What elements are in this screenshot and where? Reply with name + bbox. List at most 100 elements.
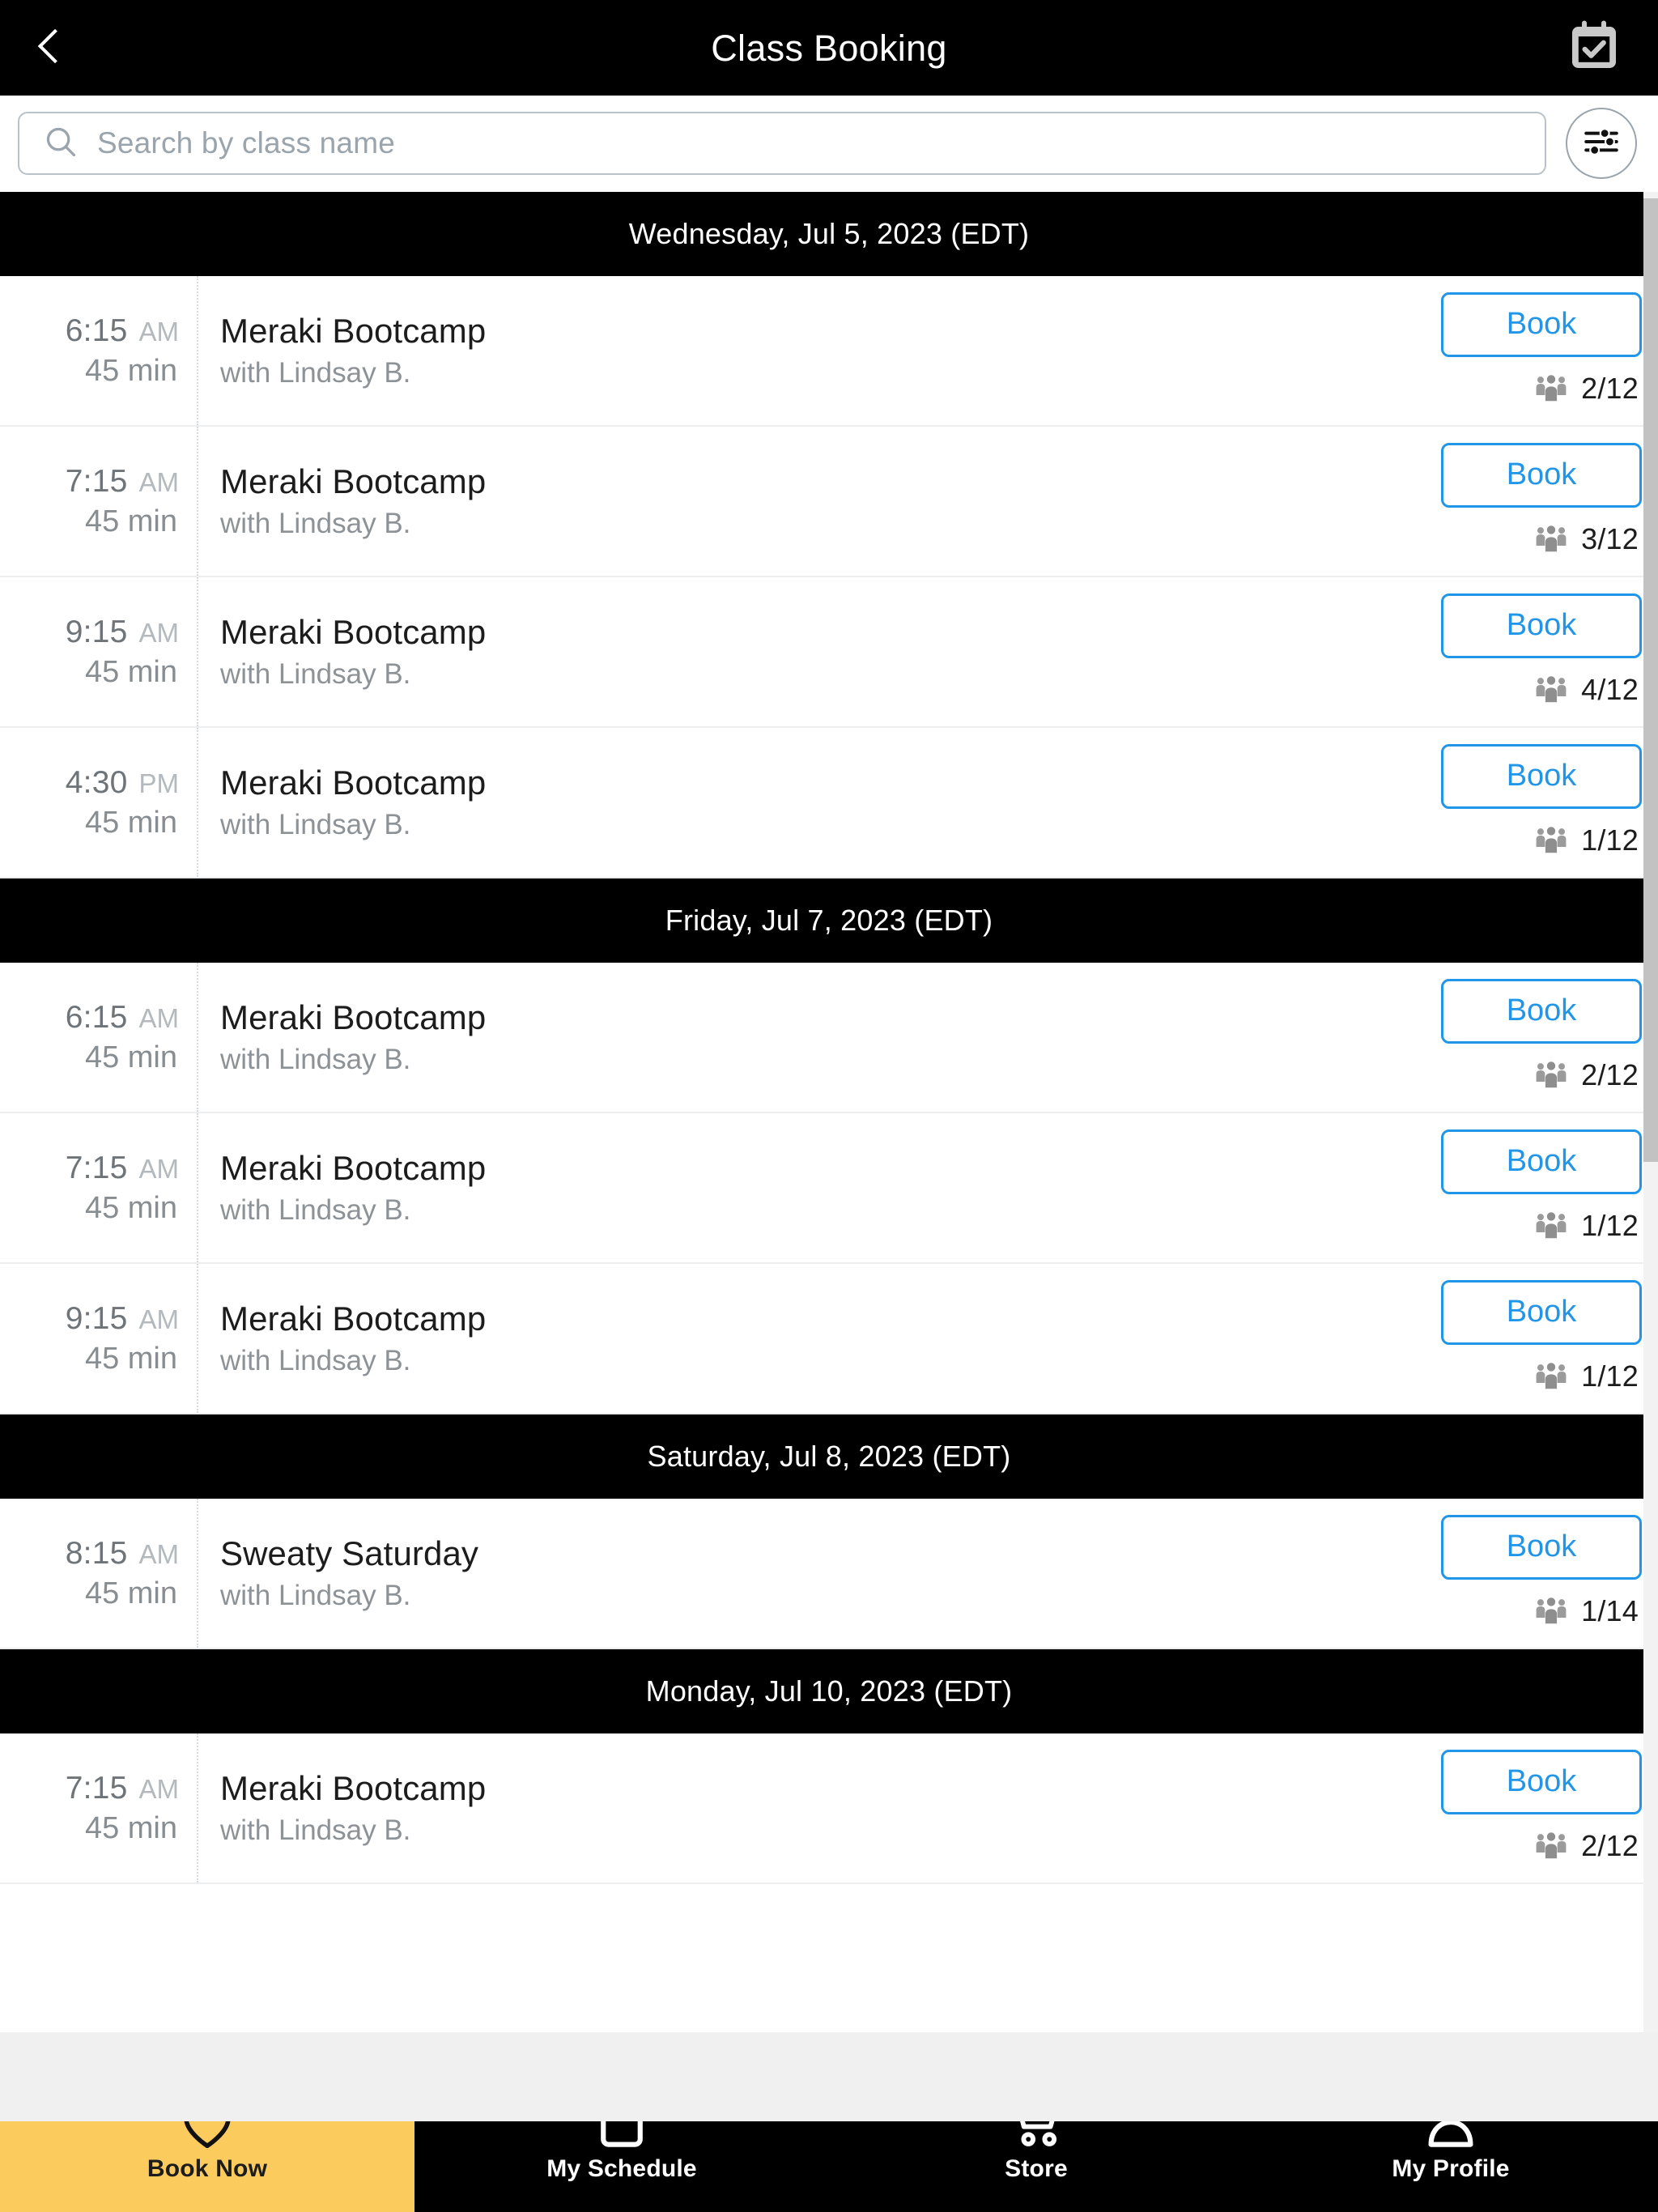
class-instructor: with Lindsay B. bbox=[220, 357, 411, 389]
class-row[interactable]: 8:15 AM 45 min Sweaty Saturday with Lindsay … bbox=[0, 1499, 1658, 1649]
capacity-text: 2/12 bbox=[1581, 1829, 1639, 1862]
class-row[interactable]: 6:15 AM 45 min Meraki Bootcamp with Lindsay … bbox=[0, 276, 1658, 427]
class-name: Meraki Bootcamp bbox=[220, 1769, 487, 1807]
class-row[interactable]: 9:15 AM 45 min Meraki Bootcamp with Lindsay … bbox=[0, 1264, 1658, 1414]
class-info: Meraki Bootcamp with Lindsay B. bbox=[198, 963, 1415, 1112]
class-info: Meraki Bootcamp with Lindsay B. bbox=[198, 1264, 1415, 1413]
class-time: 7:15 AM bbox=[66, 464, 179, 500]
class-duration: 45 min bbox=[84, 353, 177, 388]
class-time-meridiem: AM bbox=[138, 316, 180, 347]
class-time: 7:15 AM bbox=[66, 1771, 179, 1806]
people-group-icon bbox=[1533, 1055, 1570, 1096]
class-time-meridiem: AM bbox=[138, 617, 180, 648]
class-time-value: 6:15 bbox=[65, 313, 128, 348]
time-column: 9:15 AM 45 min bbox=[0, 1264, 198, 1413]
class-time-value: 7:15 bbox=[65, 1150, 128, 1185]
scrollbar-track[interactable] bbox=[1643, 192, 1658, 2032]
class-actions: Book 2/12 bbox=[1415, 276, 1658, 425]
day-header: Friday, Jul 7, 2023 (EDT) bbox=[0, 878, 1658, 963]
class-duration: 45 min bbox=[84, 1576, 177, 1610]
class-time-value: 7:15 bbox=[65, 1770, 128, 1806]
class-info: Meraki Bootcamp with Lindsay B. bbox=[198, 577, 1415, 726]
class-time-value: 7:15 bbox=[65, 463, 128, 499]
class-actions: Book 3/12 bbox=[1415, 427, 1658, 576]
people-group-icon bbox=[1533, 670, 1570, 711]
class-time-meridiem: PM bbox=[138, 768, 180, 798]
nav-item-my-schedule[interactable]: My Schedule bbox=[414, 2121, 829, 2212]
class-actions: Book 1/12 bbox=[1415, 728, 1658, 877]
capacity-text: 1/12 bbox=[1581, 1359, 1639, 1393]
back-button[interactable] bbox=[0, 0, 97, 96]
capacity-text: 1/12 bbox=[1581, 1209, 1639, 1242]
book-button[interactable]: Book bbox=[1441, 291, 1642, 357]
class-info: Meraki Bootcamp with Lindsay B. bbox=[198, 1113, 1415, 1262]
class-name: Meraki Bootcamp bbox=[220, 312, 487, 350]
search-input[interactable]: Search by class name bbox=[18, 112, 1546, 175]
capacity-text: 2/12 bbox=[1581, 1058, 1639, 1091]
book-button[interactable]: Book bbox=[1441, 743, 1642, 809]
book-button[interactable]: Book bbox=[1441, 1514, 1642, 1580]
filter-button[interactable] bbox=[1566, 108, 1637, 179]
class-time: 6:15 AM bbox=[66, 1000, 179, 1036]
book-button[interactable]: Book bbox=[1441, 1129, 1642, 1194]
class-time: 9:15 AM bbox=[66, 1301, 179, 1337]
nav-item-my-profile[interactable]: My Profile bbox=[1244, 2121, 1658, 2212]
book-button[interactable]: Book bbox=[1441, 593, 1642, 658]
class-duration: 45 min bbox=[84, 1341, 177, 1376]
class-instructor: with Lindsay B. bbox=[220, 1044, 411, 1075]
class-time-value: 6:15 bbox=[65, 999, 128, 1035]
time-column: 7:15 AM 45 min bbox=[0, 427, 198, 576]
class-time-meridiem: AM bbox=[138, 466, 180, 497]
class-row[interactable]: 7:15 AM 45 min Meraki Bootcamp with Lindsay … bbox=[0, 1113, 1658, 1264]
book-button[interactable]: Book bbox=[1441, 1749, 1642, 1814]
class-row[interactable]: 9:15 AM 45 min Meraki Bootcamp with Lindsay … bbox=[0, 577, 1658, 728]
class-row[interactable]: 4:30 PM 45 min Meraki Bootcamp with Lindsay … bbox=[0, 728, 1658, 878]
nav-item-book-now[interactable]: Book Now bbox=[0, 2121, 414, 2212]
search-icon bbox=[42, 123, 79, 164]
class-info: Meraki Bootcamp with Lindsay B. bbox=[198, 1733, 1415, 1882]
time-column: 6:15 AM 45 min bbox=[0, 963, 198, 1112]
people-group-icon bbox=[1533, 1206, 1570, 1247]
class-name: Meraki Bootcamp bbox=[220, 462, 487, 500]
day-header: Wednesday, Jul 5, 2023 (EDT) bbox=[0, 192, 1658, 276]
class-instructor: with Lindsay B. bbox=[220, 809, 411, 840]
book-button[interactable]: Book bbox=[1441, 442, 1642, 508]
book-button[interactable]: Book bbox=[1441, 1279, 1642, 1345]
time-column: 6:15 AM 45 min bbox=[0, 276, 198, 425]
class-row[interactable]: 7:15 AM 45 min Meraki Bootcamp with Lindsay … bbox=[0, 427, 1658, 577]
capacity-text: 2/12 bbox=[1581, 372, 1639, 405]
scrollbar-thumb[interactable] bbox=[1643, 198, 1658, 1162]
class-row[interactable]: 6:15 AM 45 min Meraki Bootcamp with Lindsay … bbox=[0, 963, 1658, 1113]
class-instructor: with Lindsay B. bbox=[220, 1345, 411, 1376]
class-time: 7:15 AM bbox=[66, 1151, 179, 1186]
class-row[interactable]: 7:15 AM 45 min Meraki Bootcamp with Lindsay … bbox=[0, 1733, 1658, 1884]
app-header: Class Booking bbox=[0, 0, 1658, 96]
class-duration: 45 min bbox=[84, 1810, 177, 1845]
class-duration: 45 min bbox=[84, 805, 177, 840]
page-title: Class Booking bbox=[711, 27, 947, 69]
class-capacity: 2/12 bbox=[1533, 368, 1642, 410]
nav-item-label: My Schedule bbox=[546, 2155, 697, 2182]
time-column: 4:30 PM 45 min bbox=[0, 728, 198, 877]
class-capacity: 4/12 bbox=[1533, 670, 1642, 711]
class-capacity: 2/12 bbox=[1533, 1055, 1642, 1096]
class-instructor: with Lindsay B. bbox=[220, 658, 411, 690]
people-group-icon bbox=[1533, 1826, 1570, 1867]
class-list: Wednesday, Jul 5, 2023 (EDT) 6:15 AM 45 min… bbox=[0, 192, 1658, 1884]
class-time: 6:15 AM bbox=[66, 313, 179, 349]
class-name: Sweaty Saturday bbox=[220, 1534, 479, 1572]
class-capacity: 1/12 bbox=[1533, 820, 1642, 861]
people-group-icon bbox=[1533, 1356, 1570, 1397]
capacity-text: 3/12 bbox=[1581, 522, 1639, 555]
class-instructor: with Lindsay B. bbox=[220, 508, 411, 539]
class-name: Meraki Bootcamp bbox=[220, 1300, 487, 1338]
calendar-check-button[interactable] bbox=[1550, 0, 1639, 96]
sliders-filter-icon bbox=[1581, 121, 1622, 166]
class-name: Meraki Bootcamp bbox=[220, 998, 487, 1036]
class-list-scroll-area[interactable]: Wednesday, Jul 5, 2023 (EDT) 6:15 AM 45 min… bbox=[0, 191, 1658, 2032]
class-duration: 45 min bbox=[84, 504, 177, 538]
calendar-check-icon bbox=[1565, 17, 1623, 79]
nav-item-store[interactable]: Store bbox=[829, 2121, 1244, 2212]
bottom-spacer bbox=[0, 2032, 1658, 2121]
book-button[interactable]: Book bbox=[1441, 978, 1642, 1044]
